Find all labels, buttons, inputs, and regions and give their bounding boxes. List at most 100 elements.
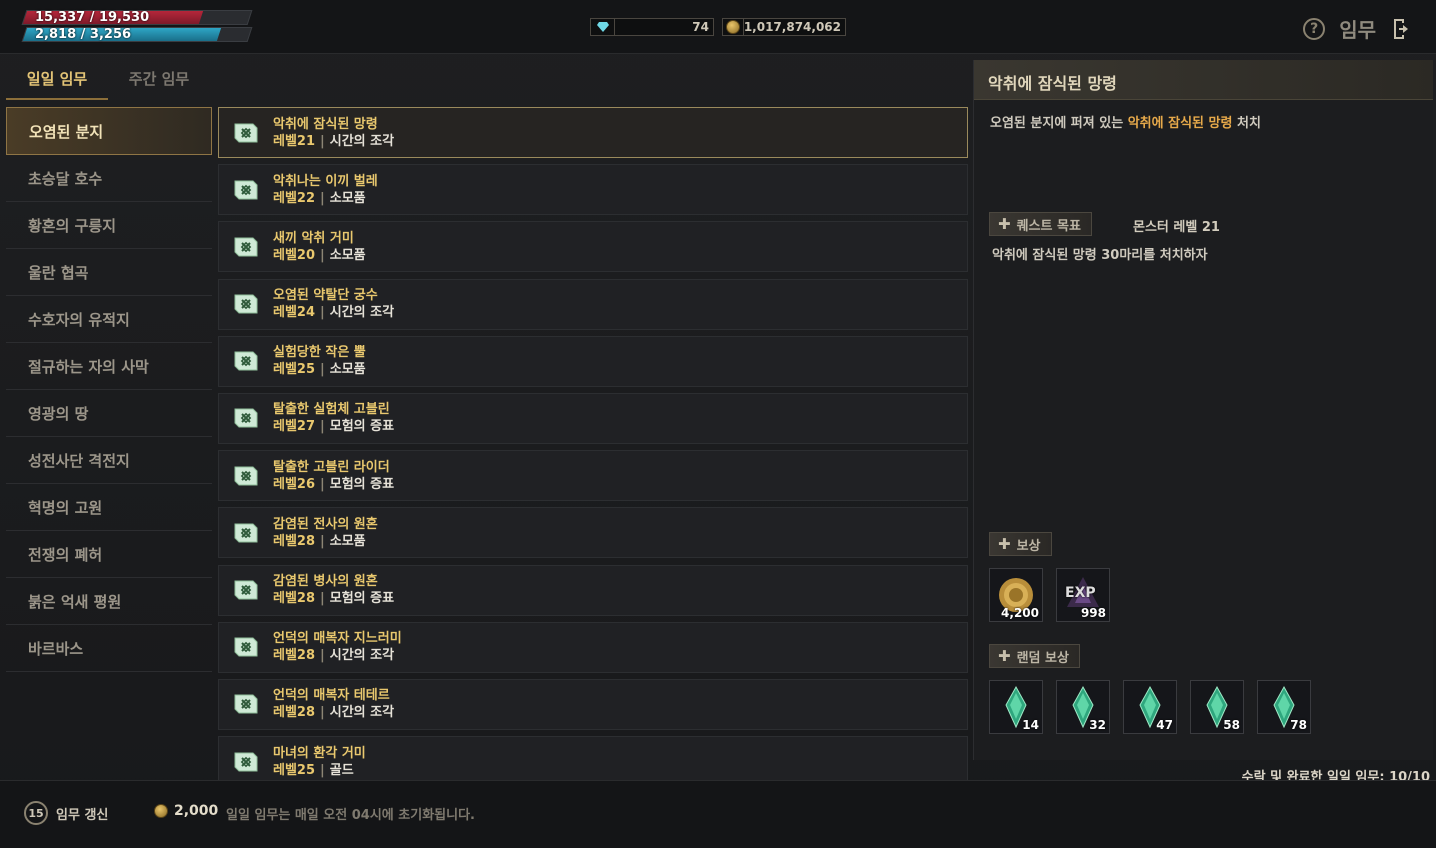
quest-row[interactable]: 오염된 약탈단 궁수 레벨24 | 시간의 조각 (218, 278, 968, 330)
quest-scroll-icon (229, 173, 263, 207)
goal-section-header: ✚ 퀘스트 목표 (989, 212, 1092, 236)
gem-icon (591, 19, 615, 35)
random-reward-item[interactable]: 58 (1190, 680, 1244, 734)
random-reward-count: 32 (1089, 718, 1106, 732)
tab-weekly[interactable]: 주간 임무 (108, 58, 210, 100)
hp-text: 15,337 / 19,530 (35, 10, 150, 25)
quest-reward-type: 모험의 증표 (329, 419, 395, 435)
quest-row[interactable]: 새끼 악취 거미 레벨20 | 소모품 (218, 221, 968, 273)
region-item[interactable]: 붉은 억새 평원 (6, 578, 212, 625)
gem-value: 74 (692, 20, 709, 34)
quest-name: 감염된 전사의 원혼 (273, 516, 378, 532)
random-reward-item[interactable]: 78 (1257, 680, 1311, 734)
renew-cost-value: 2,000 (174, 803, 219, 819)
random-reward-count: 47 (1156, 718, 1173, 732)
quest-row[interactable]: 탈출한 실험체 고블린 레벨27 | 모험의 증표 (218, 392, 968, 444)
region-item[interactable]: 수호자의 유적지 (6, 296, 212, 343)
quest-reward-type: 소모품 (329, 533, 366, 549)
quest-reward-type: 소모품 (329, 247, 366, 263)
quest-reward-type: 모험의 증표 (329, 591, 395, 606)
desc-highlight: 악취에 잠식된 망령 (1127, 116, 1233, 131)
region-item[interactable]: 울란 협곡 (6, 249, 212, 296)
quest-level: 레벨28 (273, 705, 316, 721)
quest-row[interactable]: 언덕의 매복자 지느러미 레벨28 | 시간의 조각 (218, 621, 968, 673)
gem-counter: 74 (590, 18, 714, 36)
quest-name: 마녀의 환각 거미 (273, 745, 366, 761)
quest-level: 레벨28 (273, 533, 316, 549)
hp-bar: 15,337 / 19,530 (21, 10, 253, 25)
quest-scroll-icon (229, 116, 263, 150)
quest-scroll-icon (229, 459, 263, 493)
quest-row[interactable]: 감염된 전사의 원혼 레벨28 | 소모품 (218, 507, 968, 559)
exit-icon[interactable] (1390, 17, 1414, 41)
quest-level: 레벨24 (273, 305, 316, 321)
region-item[interactable]: 오염된 분지 (6, 107, 212, 155)
quest-row[interactable]: 마녀의 환각 거미 레벨25 | 골드 (218, 736, 968, 780)
desc-suffix: 처치 (1232, 116, 1261, 131)
region-item[interactable]: 황혼의 구릉지 (6, 202, 212, 249)
gold-reward[interactable]: 4,200 (989, 568, 1043, 622)
region-item[interactable]: 전쟁의 폐허 (6, 531, 212, 578)
quest-name: 악취나는 이끼 벌레 (273, 173, 378, 189)
region-item[interactable]: 초승달 호수 (6, 155, 212, 202)
quest-row[interactable]: 언덕의 매복자 테테르 레벨28 | 시간의 조각 (218, 678, 968, 730)
random-reward-count: 78 (1290, 718, 1307, 732)
goal-label: 퀘스트 목표 (1016, 218, 1081, 234)
quest-scroll-icon (229, 745, 263, 779)
quest-scroll-icon (229, 401, 263, 435)
renew-button[interactable]: 15 임무 갱신 (24, 801, 108, 825)
reset-notice: 일일 임무는 매일 오전 04시에 초기화됩니다. (226, 808, 475, 823)
quest-reward-type: 시간의 조각 (329, 305, 395, 321)
random-reward-item[interactable]: 47 (1123, 680, 1177, 734)
quest-name: 새끼 악취 거미 (273, 230, 354, 246)
random-reward-item[interactable]: 14 (989, 680, 1043, 734)
quest-row[interactable]: 실험당한 작은 뿔 레벨25 | 소모품 (218, 335, 968, 387)
random-reward-section-header: ✚ 랜덤 보상 (989, 644, 1080, 668)
detail-title: 악취에 잠식된 망령 (974, 60, 1433, 100)
quest-level: 레벨25 (273, 362, 316, 378)
mp-text: 2,818 / 3,256 (35, 27, 132, 42)
quest-name: 탈출한 고블린 라이더 (273, 459, 390, 475)
question-icon[interactable]: ? (1303, 17, 1326, 40)
quest-scroll-icon (229, 516, 263, 550)
goal-value: 몬스터 레벨 21 (1133, 220, 1220, 235)
quest-row[interactable]: 감염된 병사의 원혼 레벨28 | 모험의 증표 (218, 564, 968, 616)
quest-scroll-icon (229, 573, 263, 607)
plus-icon: ✚ (998, 647, 1011, 665)
exp-reward[interactable]: EXP 998 (1056, 568, 1110, 622)
status-bars: 15,337 / 19,530 2,818 / 3,256 (21, 10, 253, 44)
renew-label: 임무 갱신 (56, 807, 109, 823)
region-item[interactable]: 영광의 땅 (6, 390, 212, 437)
quest-level: 레벨26 (273, 476, 316, 492)
quest-tabs: 일일 임무 주간 임무 (6, 58, 210, 100)
plus-icon: ✚ (998, 535, 1011, 553)
quest-name: 언덕의 매복자 지느러미 (273, 631, 402, 647)
quest-reward-type: 소모품 (329, 190, 366, 206)
region-item[interactable]: 절규하는 자의 사막 (6, 343, 212, 390)
quest-list: 악취에 잠식된 망령 레벨21 | 시간의 조각 악취나는 이끼 벌레 레벨22 | 소모품 새… (218, 107, 968, 780)
quest-name: 실험당한 작은 뿔 (273, 345, 366, 361)
gold-coin-icon (723, 19, 744, 35)
region-item[interactable]: 성전사단 격전지 (6, 437, 212, 484)
region-item[interactable]: 바르바스 (6, 625, 212, 672)
detail-description: 오염된 분지에 퍼져 있는 악취에 잠식된 망령 처치 (990, 112, 1261, 131)
gold-counter: 1,017,874,062 (722, 18, 846, 36)
mp-bar: 2,818 / 3,256 (21, 27, 253, 42)
quest-screen: 15,337 / 19,530 2,818 / 3,256 74 1,017,8… (0, 0, 1436, 848)
quest-level: 레벨28 (273, 591, 316, 606)
tab-daily[interactable]: 일일 임무 (6, 58, 108, 100)
random-reward-item[interactable]: 32 (1056, 680, 1110, 734)
quest-level: 레벨28 (273, 648, 316, 664)
quest-scroll-icon (229, 630, 263, 664)
quest-row[interactable]: 악취에 잠식된 망령 레벨21 | 시간의 조각 (218, 107, 968, 158)
top-bar: 15,337 / 19,530 2,818 / 3,256 74 1,017,8… (0, 0, 1436, 54)
renew-count-icon: 15 (24, 801, 48, 825)
quest-row[interactable]: 악취나는 이끼 벌레 레벨22 | 소모품 (218, 164, 968, 216)
quest-name: 언덕의 매복자 테테르 (273, 688, 390, 704)
region-item[interactable]: 혁명의 고원 (6, 484, 212, 531)
quest-level: 레벨27 (273, 419, 316, 435)
quest-scroll-icon (229, 687, 263, 721)
quest-name: 오염된 약탈단 궁수 (273, 288, 378, 304)
quest-row[interactable]: 탈출한 고블린 라이더 레벨26 | 모험의 증표 (218, 450, 968, 502)
quest-name: 악취에 잠식된 망령 (273, 116, 378, 132)
